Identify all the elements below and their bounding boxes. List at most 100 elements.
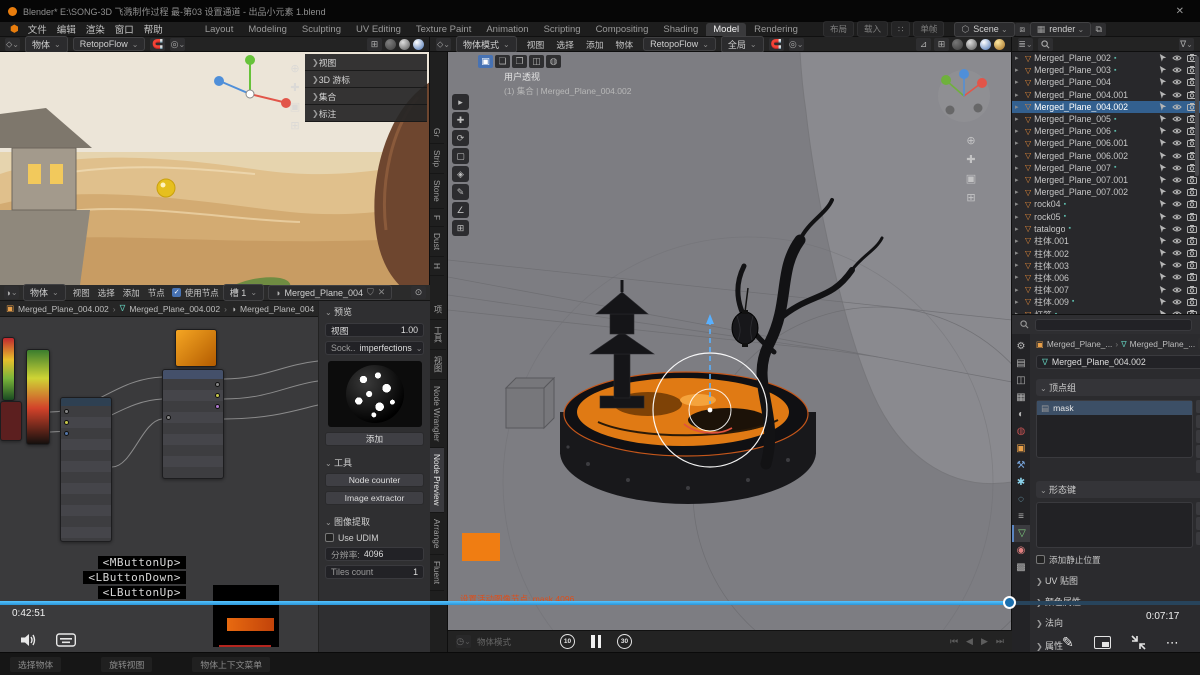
shading-wireframe-icon[interactable] [952,38,963,50]
outliner-row[interactable]: ▸ ▽ Merged_Plane_006 ▪ [1012,125,1200,137]
seek-handle[interactable] [1003,596,1016,609]
shape-keys-list[interactable] [1036,502,1194,548]
render-camera-icon[interactable] [1187,285,1197,294]
overlay-icon[interactable]: ❐ [512,55,527,68]
resolution-field[interactable]: 分辨率: 4096 [325,547,424,561]
menubar-item[interactable]: 窗口 [110,22,139,36]
selectable-icon[interactable] [1159,249,1167,257]
zoom-icon[interactable]: ⊕ [287,62,303,75]
shader-menu-item[interactable]: 添加 [120,287,143,299]
orange-image-plane[interactable] [462,533,500,561]
shader-menu-item[interactable]: 选择 [95,287,118,299]
color-node[interactable] [0,401,22,441]
shape-keys-section[interactable]: 形态键 [1036,481,1200,498]
socket-dropdown[interactable]: Sock.. imperfections [325,341,424,355]
preview-section[interactable]: 预览 [325,305,424,318]
selectable-icon[interactable] [1159,212,1167,221]
extract-section[interactable]: 图像提取 [325,515,424,528]
note-pencil-icon[interactable]: ✎ [1062,634,1074,651]
viewport-tool-button[interactable]: ⊞ [452,220,469,236]
selectable-icon[interactable] [1159,273,1167,282]
outliner-display-mode-icon[interactable]: ≣ [1018,37,1033,51]
overlay-button[interactable]: 布局 [822,21,854,37]
sidebar-tab[interactable]: Arrange [430,513,444,556]
region-tab[interactable]: H [430,257,444,277]
add-view-layer-icon[interactable]: ⧉ [1091,22,1107,36]
shield-icon[interactable]: ⛉ [367,287,374,298]
ramp-stops-node[interactable] [60,397,112,542]
expand-arrow-icon[interactable]: ▸ [1015,298,1022,306]
outliner-row[interactable]: ▸ ▽ rock05 ▪ [1012,210,1200,222]
breadcrumb-mesh[interactable]: Merged_Plane_... [1130,339,1196,349]
outliner-row[interactable]: ▸ ▽ Merged_Plane_002 ▪ [1012,52,1200,64]
render-camera-icon[interactable] [1187,175,1197,184]
hide-eye-icon[interactable] [1172,188,1182,196]
tool-settings-icon[interactable]: ▣ [478,55,493,68]
expand-arrow-icon[interactable]: ▸ [1015,115,1022,123]
selectable-icon[interactable] [1159,188,1167,196]
properties-tab-icon[interactable]: ◫ [1012,372,1030,389]
viewport-tool-button[interactable]: ⟳ [452,130,469,146]
workspace-tab[interactable]: Rendering [747,23,805,36]
hide-eye-icon[interactable] [1172,127,1182,135]
vertex-groups-section[interactable]: 顶点组 [1036,379,1200,396]
udim-checkbox[interactable]: Use UDIM [325,533,424,543]
viewport-scene[interactable] [448,52,1012,630]
selectable-icon[interactable] [1159,151,1167,160]
expand-arrow-icon[interactable]: ▸ [1015,261,1022,269]
sidebar-tab[interactable]: Node Preview [430,448,444,513]
retopoflow-menu[interactable]: RetopoFlow [72,37,146,51]
breadcrumb-mesh[interactable]: Merged_Plane_004.002 [129,304,220,314]
volume-icon[interactable] [20,632,38,648]
sidebar-tab[interactable]: 工具 [430,320,446,350]
shader-type-dropdown[interactable]: 物体 [23,284,66,301]
colorramp-strip[interactable] [26,349,50,445]
npanel-section[interactable]: 集合 [305,88,427,105]
outliner-row[interactable]: ▸ ▽ Merged_Plane_005 ▪ [1012,113,1200,125]
pip-icon[interactable] [1093,636,1111,649]
expand-arrow-icon[interactable]: ▸ [1015,164,1022,172]
expand-arrow-icon[interactable]: ▸ [1015,249,1022,257]
render-camera-icon[interactable] [1187,273,1197,282]
hide-eye-icon[interactable] [1172,225,1182,233]
proportional-edit-icon[interactable]: ◎ [788,37,804,51]
viewport-tool-button[interactable]: ▸ [452,94,469,110]
view-slider[interactable]: 视图 1.00 [325,323,424,337]
viewport-tool-button[interactable]: ∠ [452,202,469,218]
region-tab[interactable]: Stone [430,174,444,209]
specials-button[interactable]: ⌄ [1196,430,1200,443]
window-close-button[interactable]: ✕ [1168,6,1192,17]
viewport-nav-icon[interactable]: ⊞ [963,191,979,204]
outliner-row[interactable]: ▸ ▽ tatalogo ▪ [1012,223,1200,235]
hide-eye-icon[interactable] [1172,298,1182,306]
render-camera-icon[interactable] [1187,297,1197,306]
material-datablock[interactable]: ◑ Merged_Plane_004 ⛉ ✕ [268,285,393,300]
outliner-row[interactable]: ▸ ▽ 柱体.001 [1012,235,1200,247]
workspace-tab[interactable]: Sculpting [295,23,348,36]
sidebar-tab[interactable]: 视图 [430,350,446,380]
gizmo-icon[interactable]: ❏ [495,55,510,68]
exit-fullscreen-icon[interactable] [1131,635,1146,650]
shading-wireframe-icon[interactable] [385,38,396,50]
render-camera-icon[interactable] [1187,249,1197,258]
separate-node[interactable] [162,369,224,479]
prev-frame-icon[interactable]: ◀ [966,636,973,647]
viewport-nav-icon[interactable]: ✚ [963,153,979,166]
expand-arrow-icon[interactable]: ▸ [1015,225,1022,233]
view-layer-selector[interactable]: ▦ render [1029,21,1092,37]
app-menu-icon[interactable]: ⬢ [10,24,19,35]
workspace-tab[interactable]: Layout [198,23,241,36]
workspace-tab[interactable]: Scripting [537,23,588,36]
pause-button[interactable] [591,635,601,648]
jump-start-icon[interactable]: ⏮ [950,636,958,647]
menubar-item[interactable]: 渲染 [81,22,110,36]
selectable-icon[interactable] [1159,297,1167,306]
hide-eye-icon[interactable] [1172,164,1182,172]
sidebar-tool-button[interactable]: Image extractor [325,491,424,505]
selectable-icon[interactable] [1159,115,1167,123]
breadcrumb-material[interactable]: Merged_Plane_004 [240,304,314,314]
shading-solid-icon[interactable] [399,38,410,50]
hide-eye-icon[interactable] [1172,66,1182,74]
selectable-icon[interactable] [1159,163,1167,172]
hide-eye-icon[interactable] [1172,237,1182,245]
